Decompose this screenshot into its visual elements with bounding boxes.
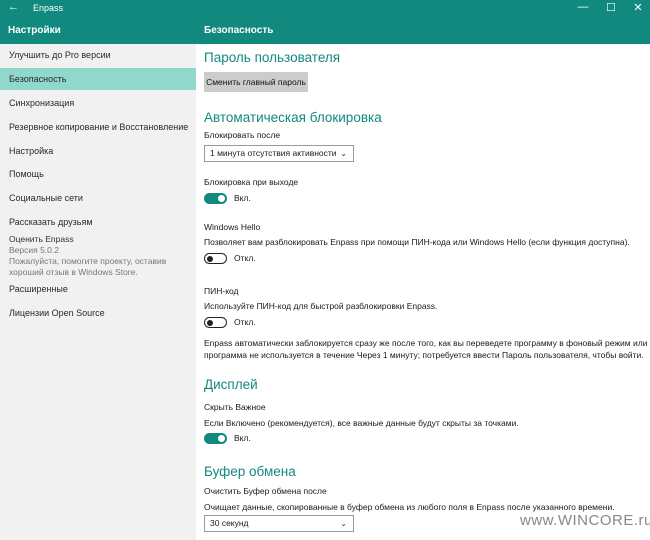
hide-sensitive-desc: Если Включено (рекомендуется), все важны… (204, 418, 519, 428)
lock-after-value: 1 минута отсутствия активности (210, 148, 337, 158)
section-user-password: Пароль пользователя (204, 50, 341, 65)
section-display: Дисплей (204, 377, 258, 392)
autolock-note-line1: Enpass автоматически заблокируется сразу… (204, 338, 650, 348)
toggle-knob (207, 255, 213, 262)
sidebar-item-customize[interactable]: Настройка (0, 140, 196, 162)
back-arrow-icon[interactable]: ← (8, 1, 19, 13)
hide-sensitive-state: Вкл. (234, 433, 251, 443)
hide-sensitive-toggle[interactable] (204, 433, 227, 444)
maximize-icon[interactable]: ☐ (601, 1, 621, 14)
lock-after-dropdown[interactable]: 1 минута отсутствия активности ⌄ (204, 145, 354, 162)
toggle-knob (218, 435, 225, 442)
sidebar-item-social[interactable]: Социальные сети (0, 187, 196, 209)
rate-version: Версия 5.0.2 (9, 245, 59, 255)
clear-clipboard-dropdown[interactable]: 30 секунд ⌄ (204, 515, 354, 532)
sidebar-item-advanced[interactable]: Расширенные (0, 278, 196, 300)
hide-sensitive-label: Скрыть Важное (204, 402, 266, 412)
section-clipboard: Буфер обмена (204, 464, 296, 479)
pin-toggle[interactable] (204, 317, 227, 328)
sidebar: Улучшить до Pro версии Безопасность Синх… (0, 44, 196, 540)
clear-clipboard-value: 30 секунд (210, 518, 249, 528)
pin-label: ПИН-код (204, 286, 239, 296)
chevron-down-icon: ⌄ (340, 149, 347, 158)
rate-line1: Пожалуйста, помогите проекту, оставив (9, 256, 167, 266)
watermark: www.WINCORE.ru (520, 512, 650, 529)
windows-hello-toggle[interactable] (204, 253, 227, 264)
section-autolock: Автоматическая блокировка (204, 110, 382, 125)
sidebar-item-backup[interactable]: Резервное копирование и Восстановление (0, 116, 196, 138)
rate-title: Оценить Enpass (9, 234, 74, 244)
chevron-down-icon: ⌄ (340, 519, 347, 528)
sidebar-item-licenses[interactable]: Лицензии Open Source (0, 302, 196, 324)
lock-on-exit-label: Блокировка при выходе (204, 177, 299, 187)
lock-on-exit-toggle[interactable] (204, 193, 227, 204)
toggle-knob (218, 195, 225, 202)
settings-title: Настройки (8, 25, 61, 36)
autolock-note-line2: программа не используется в течение Чере… (204, 350, 644, 360)
header-bar: Настройки Безопасность (0, 17, 650, 44)
pin-state: Откл. (234, 317, 256, 327)
lock-on-exit-state: Вкл. (234, 193, 251, 203)
main-panel: Пароль пользователя Сменить главный паро… (196, 44, 650, 540)
minimize-icon[interactable]: — (573, 1, 593, 13)
sidebar-item-tell-friends[interactable]: Рассказать друзьям (0, 211, 196, 233)
sidebar-item-security[interactable]: Безопасность (0, 68, 196, 90)
sidebar-item-help[interactable]: Помощь (0, 163, 196, 185)
pin-desc: Используйте ПИН-код для быстрой разблоки… (204, 301, 438, 311)
windows-hello-state: Откл. (234, 253, 256, 263)
page-title: Безопасность (204, 25, 274, 36)
autolock-note: Enpass автоматически заблокируется сразу… (204, 337, 650, 361)
toggle-knob (207, 319, 213, 326)
lock-after-label: Блокировать после (204, 130, 281, 140)
app-name: Enpass (33, 3, 64, 13)
sidebar-item-sync[interactable]: Синхронизация (0, 92, 196, 114)
title-bar: ← Enpass — ☐ ✕ (0, 0, 650, 17)
sidebar-item-upgrade-pro[interactable]: Улучшить до Pro версии (0, 44, 196, 66)
clear-clipboard-desc: Очищает данные, скопированные в буфер об… (204, 502, 615, 512)
windows-hello-desc: Позволяет вам разблокировать Enpass при … (204, 237, 630, 247)
clear-clipboard-label: Очистить Буфер обмена после (204, 486, 327, 496)
close-icon[interactable]: ✕ (628, 1, 648, 14)
windows-hello-label: Windows Hello (204, 222, 261, 232)
rate-line2: хороший отзыв в Windows Store. (9, 267, 138, 277)
change-master-password-button[interactable]: Сменить главный пароль (204, 72, 308, 92)
sidebar-item-rate[interactable]: Оценить Enpass Версия 5.0.2 Пожалуйста, … (9, 234, 166, 278)
